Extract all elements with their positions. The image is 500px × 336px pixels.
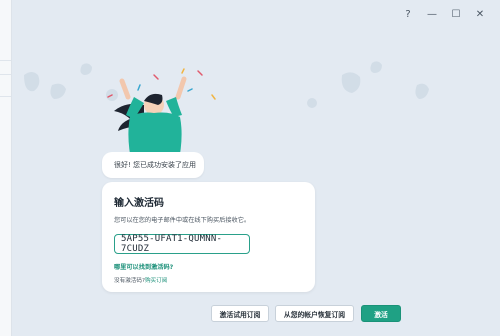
activation-code-input[interactable]: 5AP55-UFAT1-QUMNN-7CUDZ	[114, 234, 250, 254]
activation-code-value: 5AP55-UFAT1-QUMNN-7CUDZ	[121, 234, 223, 254]
help-button[interactable]: ?	[396, 6, 420, 22]
celebration-illustration	[24, 61, 429, 165]
window-controls: ? — ☐ ✕	[396, 6, 492, 22]
success-message: 很好! 您已成功安装了应用	[114, 161, 197, 169]
card-title: 输入激活码	[114, 198, 164, 209]
restore-subscription-button[interactable]: 从您的帐户恢复订阅	[275, 305, 354, 322]
maximize-button[interactable]: ☐	[444, 6, 468, 22]
activation-window: ? — ☐ ✕ 很好! 您已成功安装了应用 输入激活码 您可以在您的电子邮件中或…	[12, 0, 500, 336]
buy-subscription-link[interactable]: 购买订阅	[145, 278, 167, 284]
minimize-button[interactable]: —	[420, 6, 444, 22]
close-button[interactable]: ✕	[468, 6, 492, 22]
activate-button[interactable]: 激活	[361, 305, 401, 322]
background-window-strip	[0, 0, 12, 336]
activation-card: 输入激活码 您可以在您的电子邮件中或在线下购买后接收它。 5AP55-UFAT1…	[102, 182, 315, 292]
find-code-link[interactable]: 哪里可以找到激活码?	[114, 262, 303, 271]
no-code-prefix: 没有激活码?	[114, 278, 145, 284]
card-subtitle: 您可以在您的电子邮件中或在线下购买后接收它。	[114, 217, 251, 224]
trial-subscription-button[interactable]: 激活试用订阅	[211, 305, 269, 322]
no-code-line: 没有激活码?购买订阅	[114, 276, 303, 284]
success-bubble: 很好! 您已成功安装了应用	[102, 152, 204, 178]
